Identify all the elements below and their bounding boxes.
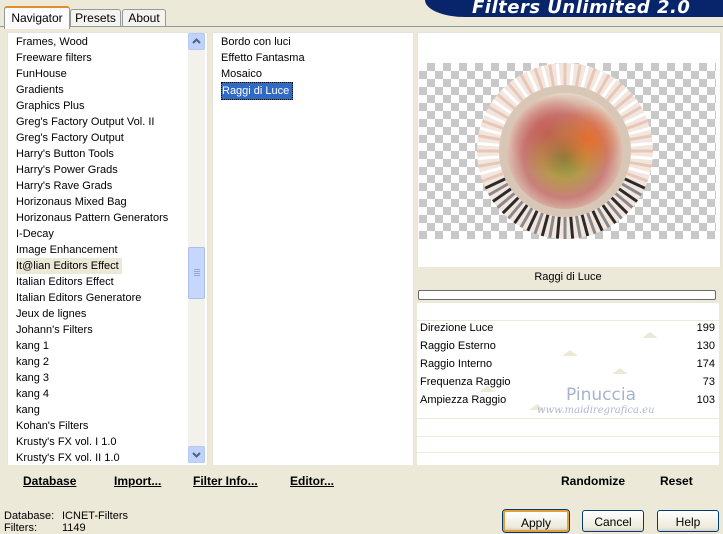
apply-button[interactable]: Apply bbox=[503, 510, 569, 532]
app-title: Filters Unlimited 2.0 bbox=[472, 0, 691, 18]
filter-item[interactable]: Bordo con luci bbox=[221, 34, 294, 50]
category-item[interactable]: kang 1 bbox=[16, 338, 52, 354]
category-item[interactable]: Freeware filters bbox=[16, 50, 95, 66]
watermark-url: www.maidiregrafica.eu bbox=[537, 405, 655, 416]
preview-image bbox=[477, 63, 653, 239]
category-item[interactable]: FunHouse bbox=[16, 66, 70, 82]
category-item[interactable]: Harry's Power Grads bbox=[16, 162, 121, 178]
status-database-label: Database: bbox=[4, 510, 55, 522]
reset-button[interactable]: Reset bbox=[660, 474, 693, 488]
category-item[interactable]: kang 3 bbox=[16, 370, 52, 386]
filter-item[interactable]: Mosaico bbox=[221, 66, 265, 82]
category-list[interactable]: Frames, Wood Freeware filters FunHouse Grad… bbox=[7, 32, 208, 466]
database-button[interactable]: Database bbox=[23, 474, 76, 488]
category-item[interactable]: Harry's Rave Grads bbox=[16, 178, 115, 194]
scroll-down-button[interactable] bbox=[188, 446, 205, 463]
chevron-down-icon bbox=[192, 452, 201, 458]
filter-item[interactable]: Effetto Fantasma bbox=[221, 50, 308, 66]
category-item[interactable]: kang 2 bbox=[16, 354, 52, 370]
category-item[interactable]: Frames, Wood bbox=[16, 34, 91, 50]
help-button[interactable]: Help bbox=[657, 510, 719, 532]
scroll-thumb[interactable] bbox=[188, 247, 205, 299]
filter-item[interactable]: Raggi di Luce bbox=[221, 82, 294, 100]
category-item[interactable]: Johann's Filters bbox=[16, 322, 96, 338]
category-item[interactable]: Horizonaus Pattern Generators bbox=[16, 210, 171, 226]
category-item[interactable]: Greg's Factory Output bbox=[16, 130, 127, 146]
import-button[interactable]: Import... bbox=[114, 474, 161, 488]
category-item[interactable]: Greg's Factory Output Vol. II bbox=[16, 114, 157, 130]
category-item[interactable]: kang 4 bbox=[16, 386, 52, 402]
tab-panel-border bbox=[0, 26, 723, 27]
category-item[interactable]: I-Decay bbox=[16, 226, 57, 242]
category-item[interactable]: Krusty's FX vol. I 1.0 bbox=[16, 434, 120, 450]
cancel-button[interactable]: Cancel bbox=[582, 510, 644, 532]
progress-bar bbox=[418, 290, 716, 300]
category-item[interactable]: Graphics Plus bbox=[16, 98, 87, 114]
preview-filter-name: Raggi di Luce bbox=[417, 267, 719, 287]
chevron-up-icon bbox=[192, 38, 201, 44]
scroll-up-button[interactable] bbox=[188, 33, 205, 50]
filter-list[interactable]: Bordo con luci Effetto Fantasma Mosaico Rag… bbox=[212, 32, 414, 466]
category-scrollbar[interactable] bbox=[188, 33, 205, 463]
tab-presets[interactable]: Presets bbox=[70, 9, 121, 27]
editor-button[interactable]: Editor... bbox=[290, 474, 334, 488]
tab-about[interactable]: About bbox=[122, 9, 166, 27]
category-item[interactable]: Italian Editors Generatore bbox=[16, 290, 144, 306]
category-item[interactable]: Kohan's Filters bbox=[16, 418, 91, 434]
watermark-name: Pinuccia bbox=[566, 385, 636, 405]
category-item[interactable]: Horizonaus Mixed Bag bbox=[16, 194, 130, 210]
category-item[interactable]: Gradients bbox=[16, 82, 67, 98]
status-database-value: ICNET-Filters bbox=[62, 510, 128, 522]
category-item[interactable]: It@lian Editors Effect bbox=[16, 258, 122, 274]
randomize-button[interactable]: Randomize bbox=[561, 474, 625, 488]
category-item[interactable]: Jeux de lignes bbox=[16, 306, 89, 322]
category-item[interactable]: Krusty's FX vol. II 1.0 bbox=[16, 450, 123, 466]
category-item[interactable]: kang bbox=[16, 402, 43, 418]
category-item[interactable]: Harry's Button Tools bbox=[16, 146, 117, 162]
category-item[interactable]: Image Enhancement bbox=[16, 242, 121, 258]
filter-info-button[interactable]: Filter Info... bbox=[193, 474, 258, 488]
category-item[interactable]: Italian Editors Effect bbox=[16, 274, 117, 290]
tab-navigator[interactable]: Navigator bbox=[4, 6, 70, 29]
status-filters-label: Filters: bbox=[4, 522, 37, 534]
status-filters-value: 1149 bbox=[62, 522, 86, 534]
